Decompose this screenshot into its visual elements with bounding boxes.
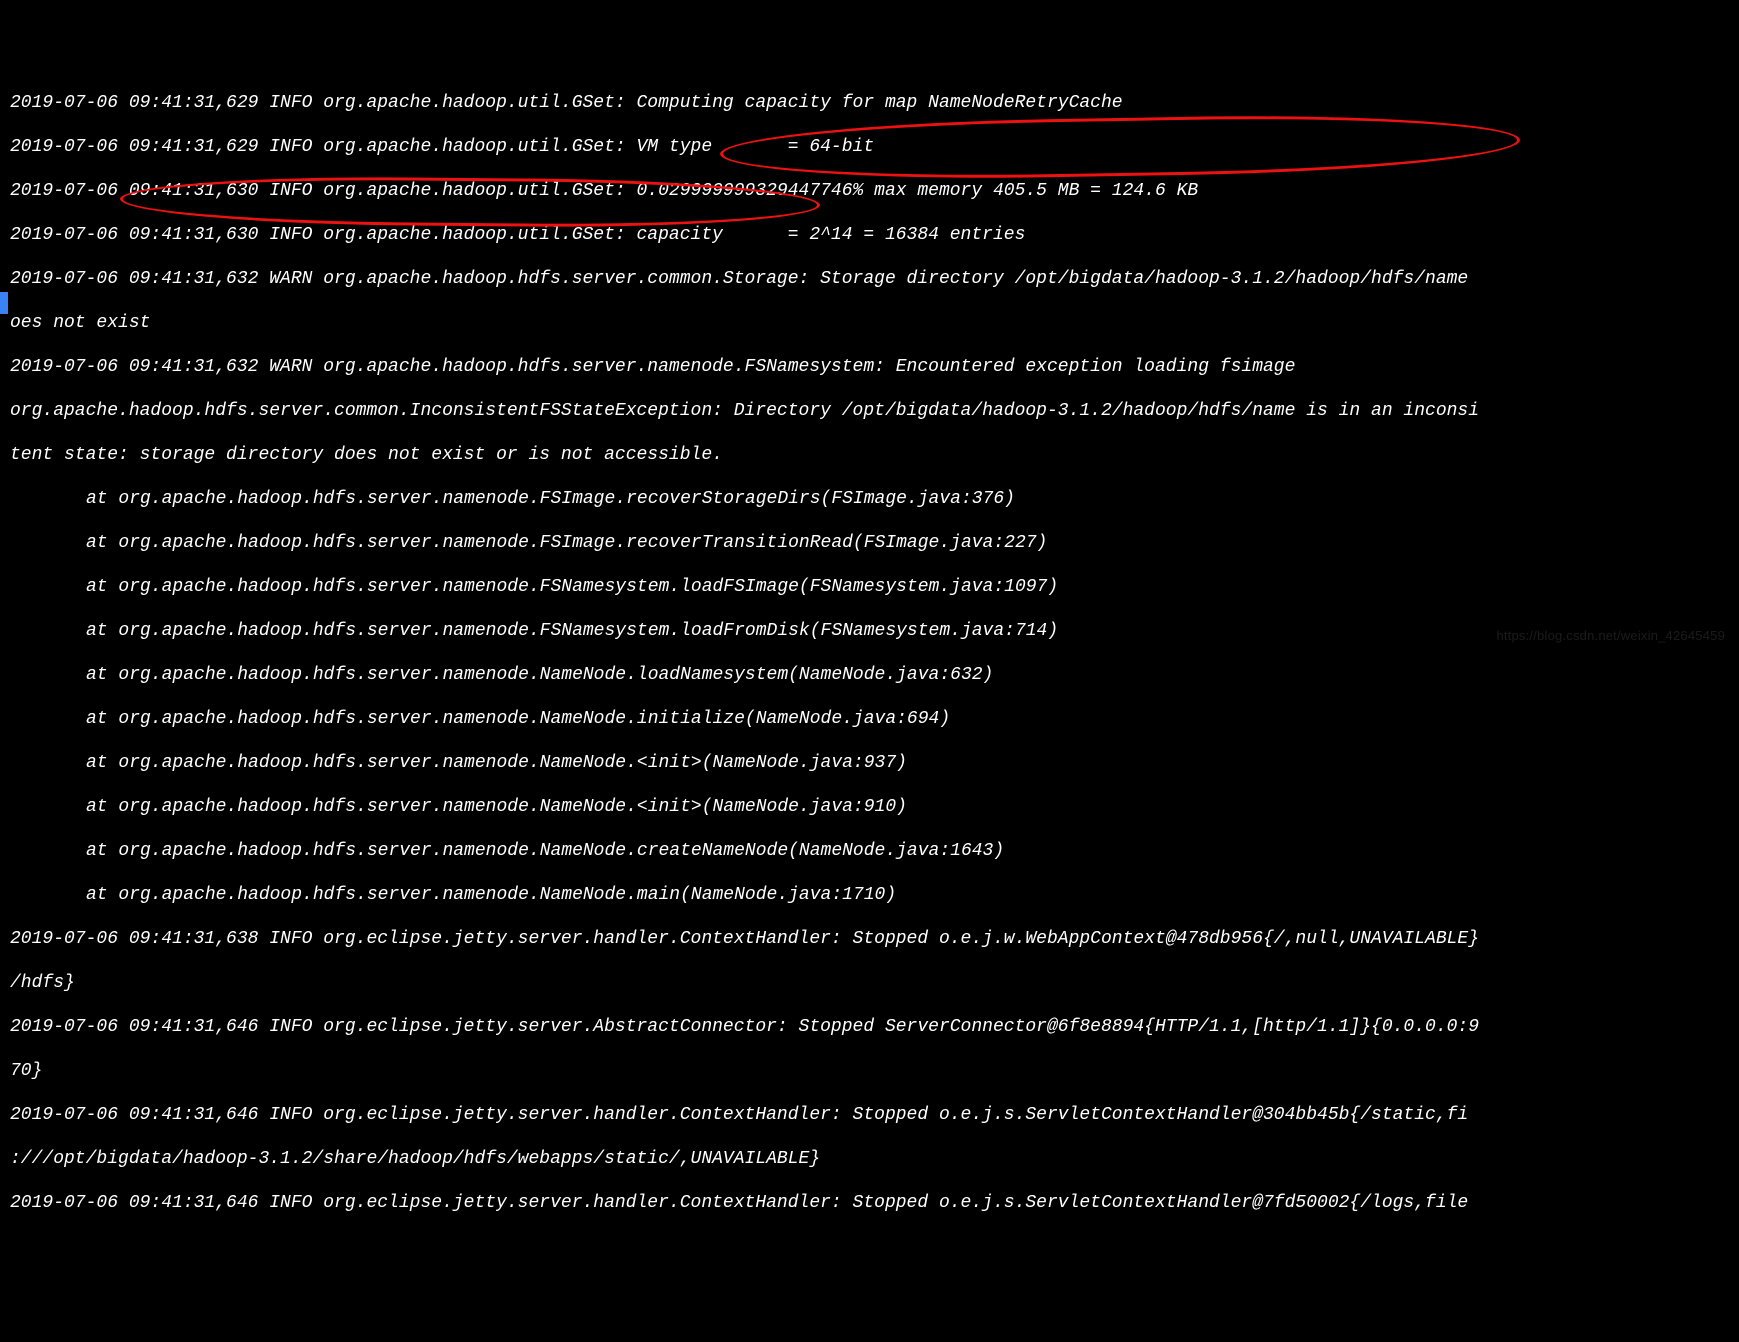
log-line: tent state: storage directory does not e… (10, 444, 1729, 466)
log-line: 2019-07-06 09:41:31,629 INFO org.apache.… (10, 92, 1729, 114)
log-line: 2019-07-06 09:41:31,632 WARN org.apache.… (10, 268, 1729, 290)
log-line: 2019-07-06 09:41:31,646 INFO org.eclipse… (10, 1192, 1729, 1214)
log-line: 2019-07-06 09:41:31,630 INFO org.apache.… (10, 180, 1729, 202)
log-line: 2019-07-06 09:41:31,638 INFO org.eclipse… (10, 928, 1729, 950)
log-line: /hdfs} (10, 972, 1729, 994)
stacktrace-line: at org.apache.hadoop.hdfs.server.namenod… (10, 752, 1729, 774)
log-line: 70} (10, 1060, 1729, 1082)
stacktrace-line: at org.apache.hadoop.hdfs.server.namenod… (10, 840, 1729, 862)
stacktrace-line: at org.apache.hadoop.hdfs.server.namenod… (10, 884, 1729, 906)
stacktrace-line: at org.apache.hadoop.hdfs.server.namenod… (10, 708, 1729, 730)
stacktrace-line: at org.apache.hadoop.hdfs.server.namenod… (10, 576, 1729, 598)
log-line: org.apache.hadoop.hdfs.server.common.Inc… (10, 400, 1729, 422)
stacktrace-line: at org.apache.hadoop.hdfs.server.namenod… (10, 488, 1729, 510)
stacktrace-line: at org.apache.hadoop.hdfs.server.namenod… (10, 620, 1729, 642)
log-line: 2019-07-06 09:41:31,646 INFO org.eclipse… (10, 1104, 1729, 1126)
log-line: :///opt/bigdata/hadoop-3.1.2/share/hadoo… (10, 1148, 1729, 1170)
log-line: oes not exist (10, 312, 1729, 334)
stacktrace-line: at org.apache.hadoop.hdfs.server.namenod… (10, 532, 1729, 554)
cursor-artifact (0, 292, 8, 314)
log-line: 2019-07-06 09:41:31,632 WARN org.apache.… (10, 356, 1729, 378)
log-line: 2019-07-06 09:41:31,646 INFO org.eclipse… (10, 1016, 1729, 1038)
watermark: https://blog.csdn.net/weixin_42645459 (1496, 625, 1725, 647)
stacktrace-line: at org.apache.hadoop.hdfs.server.namenod… (10, 796, 1729, 818)
log-line: 2019-07-06 09:41:31,629 INFO org.apache.… (10, 136, 1729, 158)
log-line: 2019-07-06 09:41:31,630 INFO org.apache.… (10, 224, 1729, 246)
stacktrace-line: at org.apache.hadoop.hdfs.server.namenod… (10, 664, 1729, 686)
